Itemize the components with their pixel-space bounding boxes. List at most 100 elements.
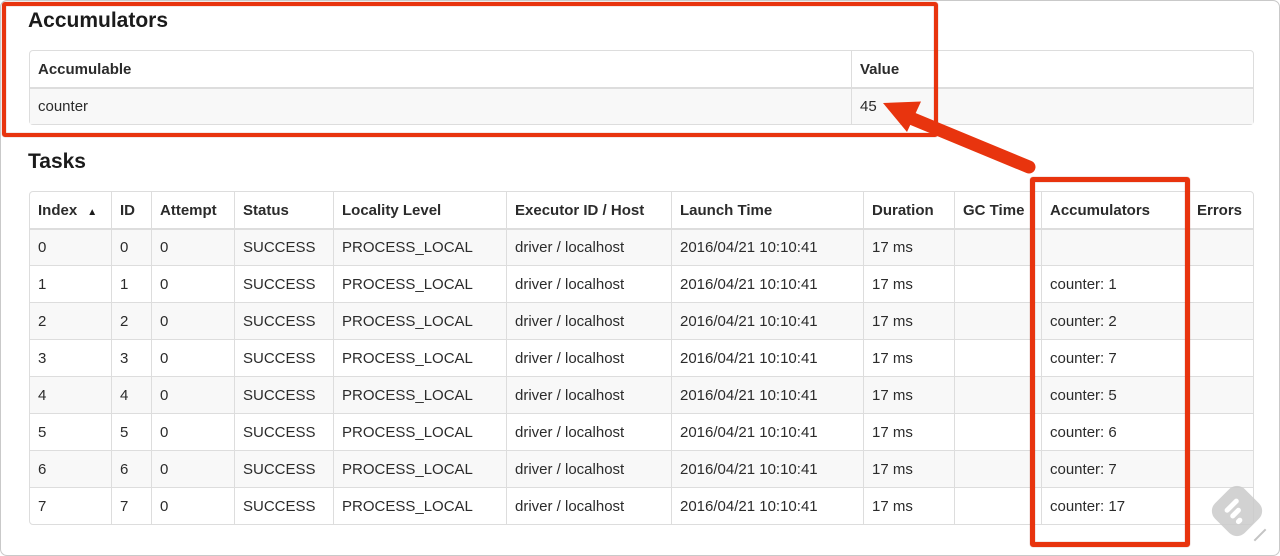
sort-ascending-icon: ▲ — [87, 206, 98, 218]
cell-executor: driver / localhost — [506, 265, 671, 302]
col-header-accumulators[interactable]: Accumulators — [1041, 192, 1188, 228]
cell-launch-time: 2016/04/21 10:10:41 — [671, 413, 863, 450]
col-header-duration[interactable]: Duration — [863, 192, 954, 228]
cell-executor: driver / localhost — [506, 487, 671, 524]
cell-errors — [1188, 450, 1253, 487]
cell-duration: 17 ms — [863, 376, 954, 413]
cell-status: SUCCESS — [234, 228, 333, 265]
cell-executor: driver / localhost — [506, 376, 671, 413]
cell-index: 1 — [30, 265, 111, 302]
cell-accumulators: counter: 5 — [1041, 376, 1188, 413]
cell-accumulators — [1041, 228, 1188, 265]
cell-accumulators: counter: 2 — [1041, 302, 1188, 339]
cell-locality-level: PROCESS_LOCAL — [333, 302, 506, 339]
cell-launch-time: 2016/04/21 10:10:41 — [671, 450, 863, 487]
cell-id: 7 — [111, 487, 151, 524]
cell-attempt: 0 — [151, 413, 234, 450]
cell-status: SUCCESS — [234, 413, 333, 450]
table-row: 1 1 0 SUCCESS PROCESS_LOCAL driver / loc… — [30, 265, 1253, 302]
tasks-table: Index ▲ ID Attempt Status Locality Level … — [29, 191, 1254, 525]
tasks-section-title: Tasks — [28, 150, 86, 173]
cell-status: SUCCESS — [234, 339, 333, 376]
cell-accumulators: counter: 1 — [1041, 265, 1188, 302]
cell-accumulators: counter: 6 — [1041, 413, 1188, 450]
cell-executor: driver / localhost — [506, 413, 671, 450]
accumulable-table: Accumulable Value counter 45 — [29, 50, 1254, 125]
cell-status: SUCCESS — [234, 265, 333, 302]
cell-gc-time — [954, 302, 1041, 339]
cell-errors — [1188, 265, 1253, 302]
col-header-index-label: Index — [38, 201, 78, 219]
cell-gc-time — [954, 376, 1041, 413]
cell-executor: driver / localhost — [506, 450, 671, 487]
cell-locality-level: PROCESS_LOCAL — [333, 376, 506, 413]
col-header-index[interactable]: Index ▲ — [30, 192, 111, 228]
cell-errors — [1188, 302, 1253, 339]
cell-attempt: 0 — [151, 376, 234, 413]
cell-id: 1 — [111, 265, 151, 302]
cell-duration: 17 ms — [863, 413, 954, 450]
cell-duration: 17 ms — [863, 302, 954, 339]
col-header-attempt[interactable]: Attempt — [151, 192, 234, 228]
cell-index: 3 — [30, 339, 111, 376]
table-row: 5 5 0 SUCCESS PROCESS_LOCAL driver / loc… — [30, 413, 1253, 450]
cell-id: 5 — [111, 413, 151, 450]
col-header-locality-level[interactable]: Locality Level — [333, 192, 506, 228]
cell-gc-time — [954, 413, 1041, 450]
cell-index: 5 — [30, 413, 111, 450]
table-header-row: Index ▲ ID Attempt Status Locality Level … — [30, 192, 1253, 228]
cell-gc-time — [954, 228, 1041, 265]
cell-executor: driver / localhost — [506, 339, 671, 376]
col-header-status[interactable]: Status — [234, 192, 333, 228]
table-row: 4 4 0 SUCCESS PROCESS_LOCAL driver / loc… — [30, 376, 1253, 413]
cell-accumulators: counter: 7 — [1041, 339, 1188, 376]
cell-index: 4 — [30, 376, 111, 413]
cell-id: 6 — [111, 450, 151, 487]
cell-launch-time: 2016/04/21 10:10:41 — [671, 228, 863, 265]
col-header-errors[interactable]: Errors — [1188, 192, 1253, 228]
col-header-value[interactable]: Value — [851, 51, 1253, 87]
cell-status: SUCCESS — [234, 302, 333, 339]
cell-attempt: 0 — [151, 450, 234, 487]
cell-status: SUCCESS — [234, 376, 333, 413]
cell-duration: 17 ms — [863, 487, 954, 524]
cell-attempt: 0 — [151, 339, 234, 376]
col-header-gc-time[interactable]: GC Time — [954, 192, 1041, 228]
cell-index: 7 — [30, 487, 111, 524]
col-header-id[interactable]: ID — [111, 192, 151, 228]
col-header-executor-id-host[interactable]: Executor ID / Host — [506, 192, 671, 228]
cell-index: 0 — [30, 228, 111, 265]
table-header-row: Accumulable Value — [30, 51, 1253, 87]
resize-handle-tick — [1253, 528, 1267, 542]
cell-errors — [1188, 228, 1253, 265]
cell-launch-time: 2016/04/21 10:10:41 — [671, 265, 863, 302]
cell-launch-time: 2016/04/21 10:10:41 — [671, 302, 863, 339]
table-row: 0 0 0 SUCCESS PROCESS_LOCAL driver / loc… — [30, 228, 1253, 265]
cell-gc-time — [954, 265, 1041, 302]
cell-launch-time: 2016/04/21 10:10:41 — [671, 339, 863, 376]
col-header-launch-time[interactable]: Launch Time — [671, 192, 863, 228]
cell-id: 2 — [111, 302, 151, 339]
cell-errors — [1188, 339, 1253, 376]
cell-index: 6 — [30, 450, 111, 487]
cell-accumulable: counter — [30, 87, 851, 124]
cell-accumulators: counter: 7 — [1041, 450, 1188, 487]
cell-errors — [1188, 376, 1253, 413]
cell-id: 4 — [111, 376, 151, 413]
cell-executor: driver / localhost — [506, 302, 671, 339]
cell-id: 3 — [111, 339, 151, 376]
cell-duration: 17 ms — [863, 228, 954, 265]
cell-attempt: 0 — [151, 228, 234, 265]
cell-locality-level: PROCESS_LOCAL — [333, 487, 506, 524]
cell-errors — [1188, 413, 1253, 450]
table-row: counter 45 — [30, 87, 1253, 124]
cell-status: SUCCESS — [234, 487, 333, 524]
table-row: 6 6 0 SUCCESS PROCESS_LOCAL driver / loc… — [30, 450, 1253, 487]
table-row: 2 2 0 SUCCESS PROCESS_LOCAL driver / loc… — [30, 302, 1253, 339]
cell-executor: driver / localhost — [506, 228, 671, 265]
cell-locality-level: PROCESS_LOCAL — [333, 413, 506, 450]
col-header-accumulable[interactable]: Accumulable — [30, 51, 851, 87]
cell-gc-time — [954, 339, 1041, 376]
cell-index: 2 — [30, 302, 111, 339]
cell-duration: 17 ms — [863, 265, 954, 302]
